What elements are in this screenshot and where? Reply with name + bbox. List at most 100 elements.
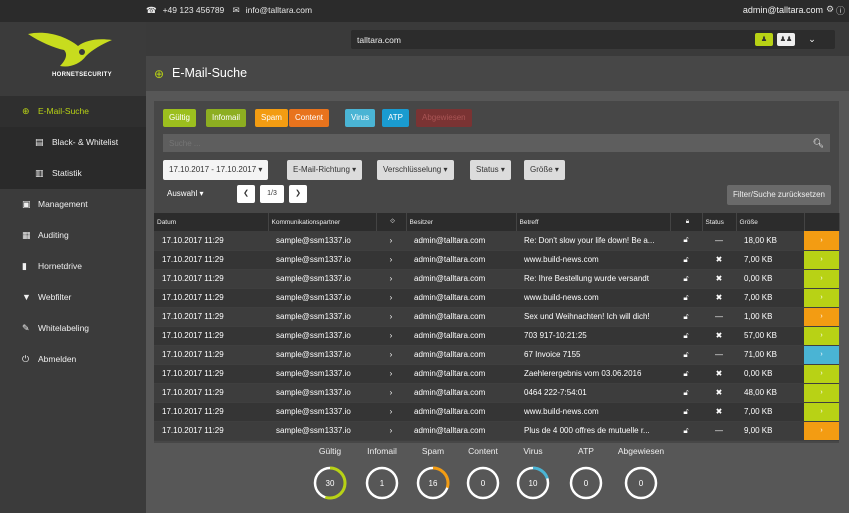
sidebar-item-label: Abmelden bbox=[38, 354, 77, 364]
column-header-6[interactable]: Status bbox=[702, 213, 737, 231]
row-detail-button[interactable]: › bbox=[804, 364, 839, 384]
user-icon[interactable]: ♟ bbox=[755, 33, 773, 46]
search-input[interactable] bbox=[163, 134, 830, 152]
table-row[interactable]: 17.10.2017 11:29 sample@ssm1337.io › admin@… bbox=[154, 326, 839, 346]
gear-icon[interactable]: ⚙ bbox=[826, 4, 836, 14]
direction-icon: › bbox=[376, 307, 406, 327]
filter-dropdown-2[interactable]: Verschlüsselung ▾ bbox=[377, 160, 454, 180]
table-row[interactable]: 17.10.2017 11:29 sample@ssm1337.io › admin@… bbox=[154, 231, 839, 251]
logo[interactable]: HORNETSECURITY bbox=[0, 22, 146, 92]
sidebar-item-table[interactable]: ▦ Auditing bbox=[0, 220, 146, 251]
column-header-3[interactable]: Besitzer bbox=[406, 213, 517, 231]
stat-4[interactable]: Virus 10 bbox=[503, 446, 563, 502]
table-row[interactable]: 17.10.2017 11:29 sample@ssm1337.io › admin@… bbox=[154, 307, 839, 327]
direction-icon: › bbox=[376, 402, 406, 422]
table-row[interactable]: 17.10.2017 11:29 sample@ssm1337.io › admin@… bbox=[154, 402, 839, 422]
row-status: ✖ bbox=[702, 288, 736, 308]
table-row[interactable]: 17.10.2017 11:29 sample@ssm1337.io › admin@… bbox=[154, 421, 839, 441]
column-header-1[interactable]: Kommunikationspartner bbox=[268, 213, 377, 231]
row-subject: 703 917-10:21:25 bbox=[516, 326, 670, 346]
filter-chip-4[interactable]: Virus bbox=[345, 109, 376, 127]
next-page-button[interactable]: ❯ bbox=[289, 185, 307, 203]
sidebar-item-search[interactable]: ⊕ E-Mail-Suche bbox=[0, 96, 146, 127]
row-subject: www.build-news.com bbox=[516, 250, 670, 270]
filter-chip-1[interactable]: Infomail bbox=[206, 109, 247, 127]
table-row[interactable]: 17.10.2017 11:29 sample@ssm1337.io › admin@… bbox=[154, 383, 839, 403]
row-detail-button[interactable]: › bbox=[804, 326, 839, 346]
row-detail-button[interactable]: › bbox=[804, 231, 839, 251]
unlock-icon: 🔓︎ bbox=[670, 269, 702, 289]
column-header-2[interactable]: ⟐ bbox=[376, 213, 407, 231]
table-row[interactable]: 17.10.2017 11:29 sample@ssm1337.io › admin@… bbox=[154, 269, 839, 289]
filter-chip-0[interactable]: Gültig bbox=[163, 109, 196, 127]
table-row[interactable]: 17.10.2017 11:29 sample@ssm1337.io › admin@… bbox=[154, 288, 839, 308]
stat-value: 0 bbox=[481, 479, 486, 488]
column-header-7[interactable]: Größe bbox=[736, 213, 805, 231]
phone-number: +49 123 456789 bbox=[162, 5, 225, 15]
sidebar-item-bar-chart[interactable]: ▥ Statistik bbox=[0, 158, 146, 189]
unlock-icon: 🔓︎ bbox=[670, 250, 702, 270]
stat-ring: 10 bbox=[516, 466, 550, 500]
table-row[interactable]: 17.10.2017 11:29 sample@ssm1337.io › admin@… bbox=[154, 364, 839, 384]
row-owner: admin@talltara.com bbox=[406, 402, 516, 422]
row-date: 17.10.2017 11:29 bbox=[154, 250, 268, 270]
row-status: — bbox=[702, 307, 736, 327]
stat-5[interactable]: ATP 0 bbox=[556, 446, 616, 502]
user-account[interactable]: admin@talltara.com bbox=[743, 5, 823, 15]
prev-page-button[interactable]: ❮ bbox=[237, 185, 255, 203]
filter-dropdown-4[interactable]: Größe ▾ bbox=[524, 160, 565, 180]
sidebar-item-file[interactable]: ▮ Hornetdrive bbox=[0, 251, 146, 282]
column-header-0[interactable]: Datum bbox=[154, 213, 269, 231]
sidebar-item-edit[interactable]: ✎ Whitelabeling bbox=[0, 313, 146, 344]
sidebar-item-filter[interactable]: ▼ Webfilter bbox=[0, 282, 146, 313]
table-row[interactable]: 17.10.2017 11:29 sample@ssm1337.io › admin@… bbox=[154, 250, 839, 270]
title-bar: ⊕ E-Mail-Suche bbox=[146, 56, 849, 91]
column-header-5[interactable]: 🔒︎ bbox=[670, 213, 703, 231]
search-icon[interactable]: 🔍︎ bbox=[813, 138, 824, 149]
row-detail-button[interactable]: › bbox=[804, 421, 839, 441]
row-partner: sample@ssm1337.io bbox=[268, 269, 376, 289]
row-detail-button[interactable]: › bbox=[804, 269, 839, 289]
sidebar-item-power[interactable]: ⏻ Abmelden bbox=[0, 344, 146, 375]
group-icon[interactable]: ♟♟ bbox=[777, 33, 795, 46]
info-icon[interactable]: ⓘ bbox=[836, 4, 846, 16]
stat-ring: 30 bbox=[313, 466, 347, 500]
selection-dropdown[interactable]: Auswahl ▾ bbox=[167, 189, 204, 198]
contact-email[interactable]: info@talltara.com bbox=[246, 5, 312, 15]
row-size: 48,00 KB bbox=[736, 383, 804, 403]
row-detail-button[interactable]: › bbox=[804, 345, 839, 365]
sidebar-item-label: Webfilter bbox=[38, 292, 72, 302]
row-status: — bbox=[702, 345, 736, 365]
stat-0[interactable]: Gültig 30 bbox=[300, 446, 360, 502]
filter-dropdown-0[interactable]: 17.10.2017 - 17.10.2017 ▾ bbox=[163, 160, 269, 180]
chevron-down-icon[interactable]: ⌄ bbox=[803, 33, 821, 46]
column-header-8[interactable] bbox=[804, 213, 840, 231]
filter-chip-6[interactable]: Abgewiesen bbox=[416, 109, 472, 127]
unlock-icon: 🔓︎ bbox=[670, 231, 702, 251]
filter-chip-5[interactable]: ATP bbox=[382, 109, 409, 127]
domain-selector[interactable]: talltara.com ♟ ♟♟ ⌄ bbox=[351, 30, 835, 49]
row-detail-button[interactable]: › bbox=[804, 402, 839, 422]
sidebar-item-list[interactable]: ▤ Black- & Whitelist bbox=[0, 127, 146, 158]
statistics-summary: Gültig 30 Infomail 1 Spam 16 Content 0 Virus 10 AT… bbox=[146, 446, 849, 513]
stat-6[interactable]: Abgewiesen 0 bbox=[611, 446, 671, 502]
row-detail-button[interactable]: › bbox=[804, 288, 839, 308]
reset-filter-button[interactable]: Filter/Suche zurücksetzen bbox=[726, 185, 831, 205]
column-header-4[interactable]: Betreff bbox=[516, 213, 671, 231]
filter-chip-3[interactable]: Content bbox=[289, 109, 330, 127]
row-detail-button[interactable]: › bbox=[804, 383, 839, 403]
sidebar-item-label: E-Mail-Suche bbox=[38, 106, 90, 116]
row-detail-button[interactable]: › bbox=[804, 307, 839, 327]
filter-dropdown-1[interactable]: E-Mail-Richtung ▾ bbox=[287, 160, 363, 180]
row-date: 17.10.2017 11:29 bbox=[154, 307, 268, 327]
stat-value: 16 bbox=[429, 479, 438, 488]
table-header: Datum Kommunikationspartner ⟐ Besitzer Betre… bbox=[154, 213, 840, 231]
filter-dropdown-3[interactable]: Status ▾ bbox=[470, 160, 511, 180]
table-row[interactable]: 17.10.2017 11:29 sample@ssm1337.io › admin@… bbox=[154, 345, 839, 365]
sidebar-item-id-card[interactable]: ▣ Management bbox=[0, 189, 146, 220]
filter-chip-2[interactable]: Spam bbox=[255, 109, 288, 127]
unlock-icon: 🔓︎ bbox=[670, 421, 702, 441]
row-date: 17.10.2017 11:29 bbox=[154, 231, 268, 251]
row-detail-button[interactable]: › bbox=[804, 250, 839, 270]
row-owner: admin@talltara.com bbox=[406, 288, 516, 308]
